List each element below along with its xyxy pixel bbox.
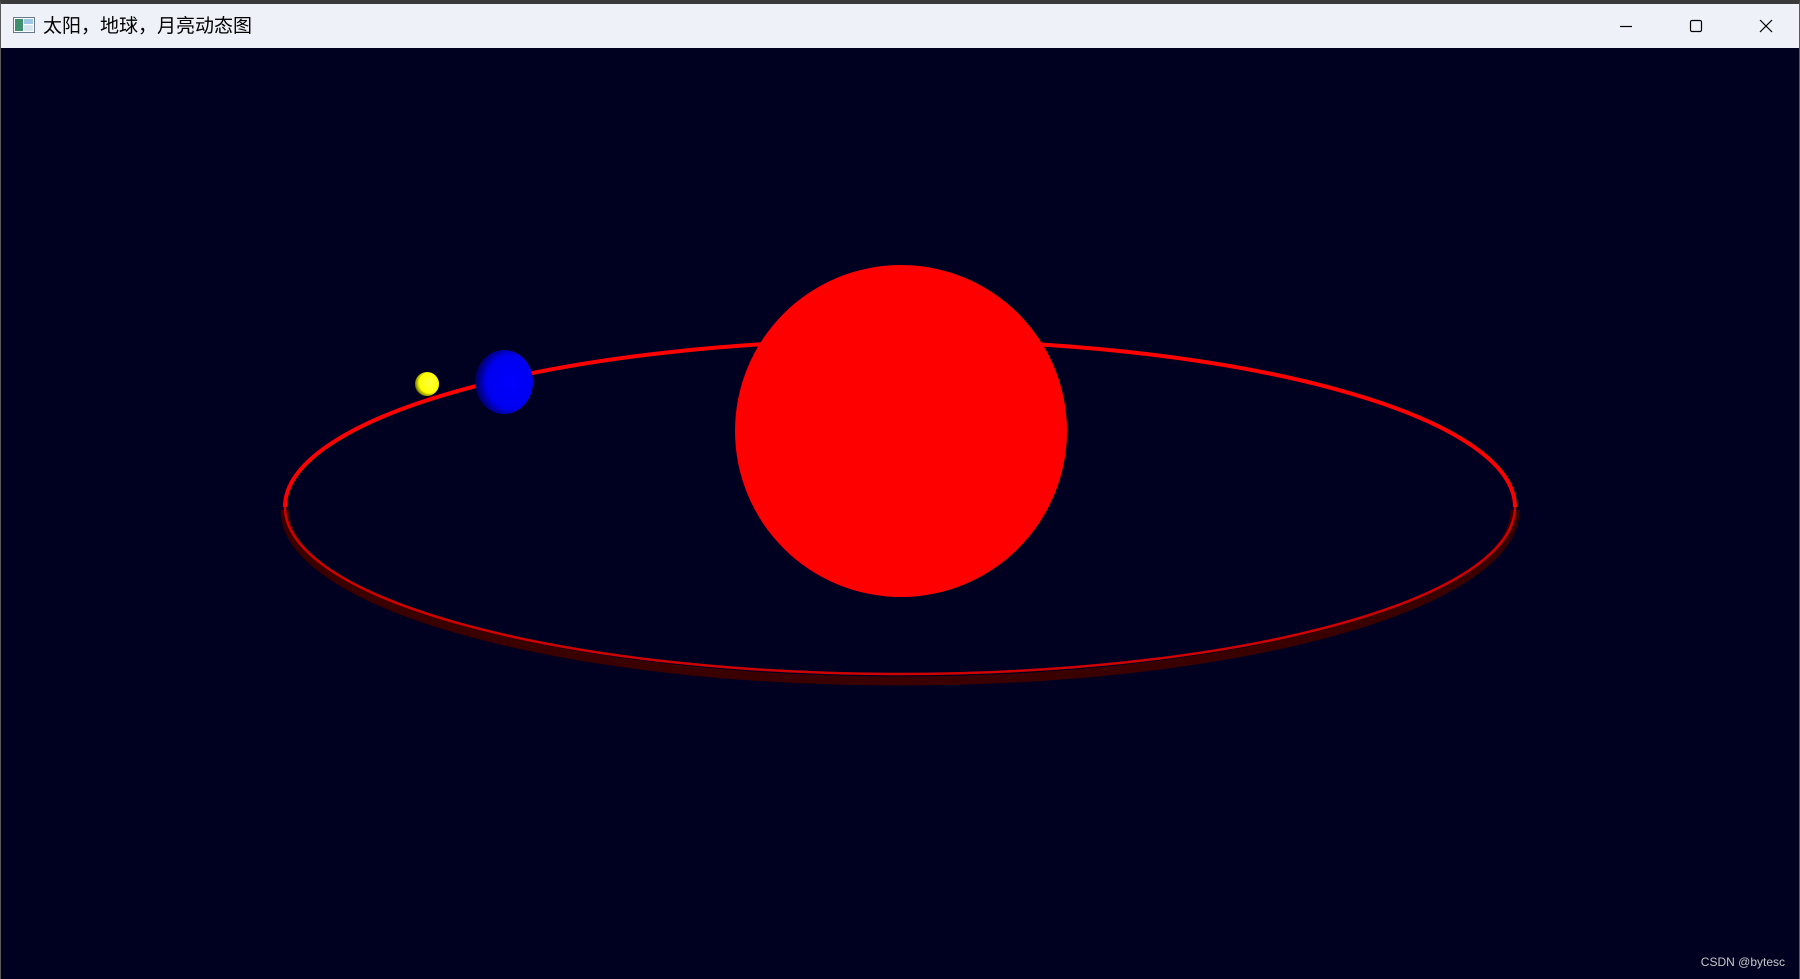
close-button[interactable] [1731,4,1800,48]
solar-system-scene [280,265,1520,686]
window-app-icon [13,17,35,33]
minimize-icon [1618,18,1634,34]
app-window: 太阳，地球，月亮动态图 CSDN @bytesc [0,0,1800,979]
watermark-text: CSDN @bytesc [1700,955,1785,969]
window-title: 太阳，地球，月亮动态图 [43,15,253,37]
opengl-canvas[interactable]: CSDN @bytesc [1,48,1799,979]
maximize-icon [1688,18,1704,34]
moon [415,372,439,396]
maximize-button[interactable] [1661,4,1731,48]
close-icon [1758,18,1774,34]
sun [735,265,1067,597]
earth [475,350,533,414]
minimize-button[interactable] [1591,4,1661,48]
title-bar[interactable]: 太阳，地球，月亮动态图 [1,4,1799,48]
